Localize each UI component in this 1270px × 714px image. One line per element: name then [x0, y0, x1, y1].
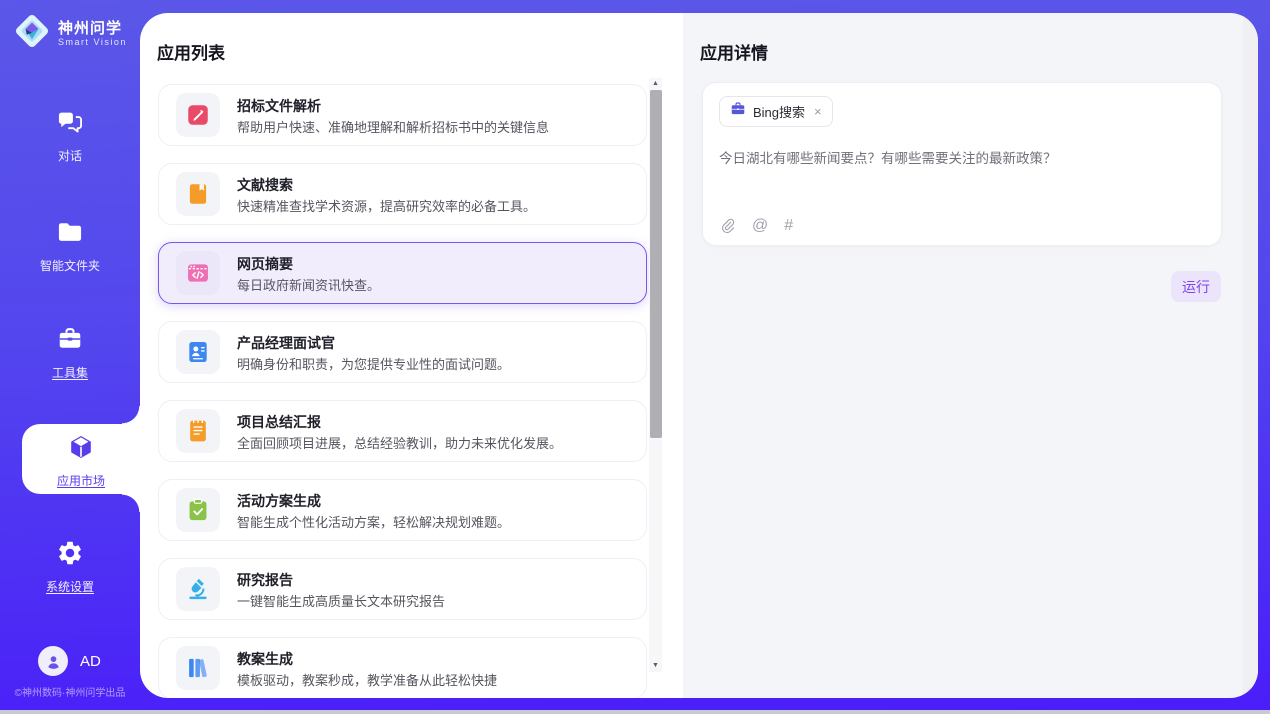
main-content: 应用列表 招标文件解析 帮助用户快速、准确地理解和解析招标书中的关键信息 文献搜…: [140, 13, 1258, 698]
books-icon: [176, 646, 220, 690]
user-name: AD: [80, 653, 101, 670]
app-card-description: 快速精准查找学术资源，提高研究效率的必备工具。: [237, 196, 536, 215]
folder-icon: [56, 218, 84, 246]
sidebar-item-app-market[interactable]: 应用市场: [22, 424, 140, 494]
app-card[interactable]: 网页摘要 每日政府新闻资讯快查。: [158, 242, 647, 304]
app-card-description: 每日政府新闻资讯快查。: [237, 275, 380, 294]
microscope-icon: [176, 567, 220, 611]
gear-icon: [56, 539, 84, 567]
app-card-description: 模板驱动，教案秒成，教学准备从此轻松快捷: [237, 670, 497, 689]
app-card-list: 招标文件解析 帮助用户快速、准确地理解和解析招标书中的关键信息 文献搜索 快速精…: [158, 84, 647, 698]
sidebar-item-toolset[interactable]: 工具集: [0, 325, 140, 381]
app-subtitle: Smart Vision: [58, 37, 127, 47]
close-icon[interactable]: ×: [814, 104, 822, 119]
app-detail-panel: 应用详情 Bing搜索 × 今日湖北有哪些新闻要点？有哪些需要关注的最新政策？: [683, 13, 1258, 698]
sidebar-item-label: 应用市场: [22, 472, 140, 489]
toolbox-icon: [56, 325, 84, 353]
app-card[interactable]: 文献搜索 快速精准查找学术资源，提高研究效率的必备工具。: [158, 163, 647, 225]
app-card-title: 产品经理面试官: [237, 333, 335, 353]
sidebar-item-label: 工具集: [0, 364, 140, 381]
avatar: [38, 646, 68, 676]
diamond-logo-icon: [12, 11, 52, 56]
book-icon: [176, 172, 220, 216]
sidebar: 神州问学 Smart Vision 对话 智能文件夹 工具集 应用市场 系统设置…: [0, 0, 140, 714]
app-card-description: 智能生成个性化活动方案，轻松解决规划难题。: [237, 512, 510, 531]
app-card-description: 全面回顾项目进展，总结经验教训，助力未来优化发展。: [237, 433, 562, 452]
sidebar-item-label: 系统设置: [0, 578, 140, 595]
app-card-title: 招标文件解析: [237, 96, 321, 116]
browser-code-icon: [176, 251, 220, 295]
app-card[interactable]: 教案生成 模板驱动，教案秒成，教学准备从此轻松快捷: [158, 637, 647, 698]
sidebar-item-system-settings[interactable]: 系统设置: [0, 539, 140, 595]
note-icon: [176, 409, 220, 453]
app-card-title: 活动方案生成: [237, 491, 321, 511]
prompt-toolbar: @ #: [719, 216, 793, 235]
attachment-icon[interactable]: [719, 216, 736, 235]
mention-icon[interactable]: @: [752, 216, 768, 235]
sidebar-item-smart-folders[interactable]: 智能文件夹: [0, 218, 140, 274]
run-button[interactable]: 运行: [1171, 271, 1221, 302]
user-account[interactable]: AD: [38, 646, 101, 676]
app-card[interactable]: 产品经理面试官 明确身份和职责，为您提供专业性的面试问题。: [158, 321, 647, 383]
app-card[interactable]: 招标文件解析 帮助用户快速、准确地理解和解析招标书中的关键信息: [158, 84, 647, 146]
tool-tag-bing-search[interactable]: Bing搜索 ×: [719, 96, 833, 127]
scrollbar-thumb[interactable]: [650, 90, 662, 438]
app-card-title: 网页摘要: [237, 254, 293, 274]
sidebar-item-chat[interactable]: 对话: [0, 108, 140, 164]
clipboard-check-icon: [176, 488, 220, 532]
app-list-panel: 应用列表 招标文件解析 帮助用户快速、准确地理解和解析招标书中的关键信息 文献搜…: [140, 13, 683, 698]
scroll-up-icon[interactable]: ▲: [649, 78, 662, 90]
app-card[interactable]: 活动方案生成 智能生成个性化活动方案，轻松解决规划难题。: [158, 479, 647, 541]
app-card-title: 项目总结汇报: [237, 412, 321, 432]
sidebar-item-label: 对话: [0, 147, 140, 164]
edit-doc-icon: [176, 93, 220, 137]
scrollbar: ▲ ▼: [649, 78, 662, 672]
app-detail-title: 应用详情: [700, 39, 768, 64]
cube-icon: [67, 433, 95, 461]
app-card-title: 教案生成: [237, 649, 293, 669]
tool-tag-label: Bing搜索: [753, 102, 805, 121]
prompt-input[interactable]: 今日湖北有哪些新闻要点？有哪些需要关注的最新政策？: [719, 149, 1205, 169]
scroll-down-icon[interactable]: ▼: [649, 660, 662, 672]
app-title: 神州问学: [58, 20, 127, 37]
app-card-description: 一键智能生成高质量长文本研究报告: [237, 591, 445, 610]
app-card-description: 帮助用户快速、准确地理解和解析招标书中的关键信息: [237, 117, 549, 136]
hash-icon[interactable]: #: [784, 216, 793, 235]
app-card[interactable]: 研究报告 一键智能生成高质量长文本研究报告: [158, 558, 647, 620]
person-doc-icon: [176, 330, 220, 374]
app-logo: 神州问学 Smart Vision: [12, 11, 127, 56]
app-card-description: 明确身份和职责，为您提供专业性的面试问题。: [237, 354, 510, 373]
briefcase-icon: [730, 101, 746, 122]
app-window: 神州问学 Smart Vision 对话 智能文件夹 工具集 应用市场 系统设置…: [0, 0, 1270, 714]
chat-icon: [56, 108, 84, 136]
bottom-edge-divider: [0, 710, 1270, 714]
app-card-title: 研究报告: [237, 570, 293, 590]
copyright-footer: ©神州数码·神州问学出品: [0, 684, 140, 699]
app-card-title: 文献搜索: [237, 175, 293, 195]
sidebar-item-label: 智能文件夹: [0, 257, 140, 274]
app-card[interactable]: 项目总结汇报 全面回顾项目进展，总结经验教训，助力未来优化发展。: [158, 400, 647, 462]
app-list-title: 应用列表: [157, 39, 225, 64]
right-scroll-gutter: [1243, 13, 1258, 698]
prompt-card: Bing搜索 × 今日湖北有哪些新闻要点？有哪些需要关注的最新政策？ @ #: [702, 82, 1222, 246]
